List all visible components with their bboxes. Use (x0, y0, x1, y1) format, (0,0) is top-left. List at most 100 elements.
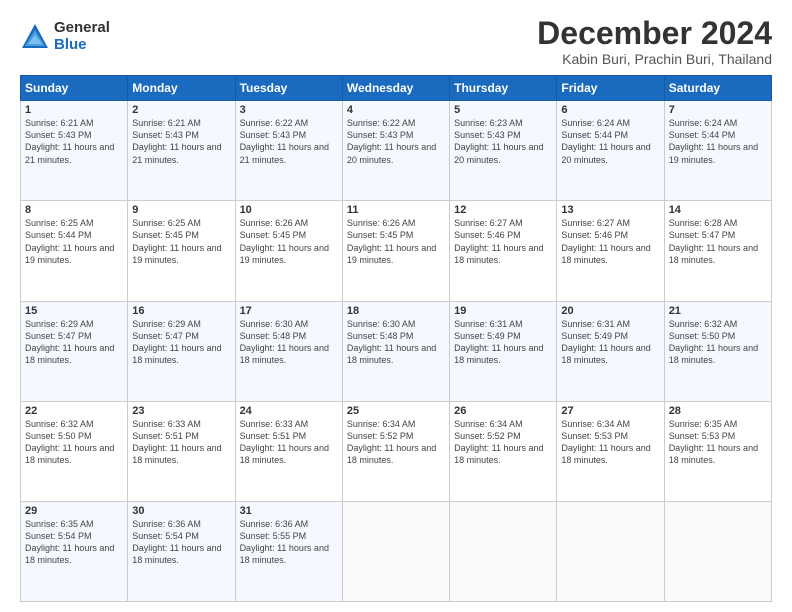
table-row: 8Sunrise: 6:25 AMSunset: 5:44 PMDaylight… (21, 201, 128, 301)
calendar-week-row: 1Sunrise: 6:21 AMSunset: 5:43 PMDaylight… (21, 101, 772, 201)
table-row: 16Sunrise: 6:29 AMSunset: 5:47 PMDayligh… (128, 301, 235, 401)
table-row: 21Sunrise: 6:32 AMSunset: 5:50 PMDayligh… (664, 301, 771, 401)
day-number: 8 (25, 204, 123, 216)
day-number: 22 (25, 405, 123, 417)
day-info: Sunrise: 6:25 AMSunset: 5:45 PMDaylight:… (132, 217, 230, 266)
day-info: Sunrise: 6:28 AMSunset: 5:47 PMDaylight:… (669, 217, 767, 266)
day-info: Sunrise: 6:33 AMSunset: 5:51 PMDaylight:… (132, 418, 230, 467)
day-info: Sunrise: 6:34 AMSunset: 5:53 PMDaylight:… (561, 418, 659, 467)
day-number: 23 (132, 405, 230, 417)
logo-icon (20, 22, 50, 52)
day-number: 28 (669, 405, 767, 417)
day-number: 17 (240, 305, 338, 317)
table-row: 26Sunrise: 6:34 AMSunset: 5:52 PMDayligh… (450, 401, 557, 501)
table-row: 31Sunrise: 6:36 AMSunset: 5:55 PMDayligh… (235, 501, 342, 601)
table-row: 24Sunrise: 6:33 AMSunset: 5:51 PMDayligh… (235, 401, 342, 501)
table-row: 1Sunrise: 6:21 AMSunset: 5:43 PMDaylight… (21, 101, 128, 201)
calendar-week-row: 15 Sunrise: 6:29 AMSunset: 5:47 PMDayligh… (21, 301, 772, 401)
day-number: 18 (347, 305, 445, 317)
day-info: Sunrise: 6:31 AMSunset: 5:49 PMDaylight:… (454, 318, 552, 367)
day-info: Sunrise: 6:21 AMSunset: 5:43 PMDaylight:… (132, 117, 230, 166)
day-number: 1 (25, 104, 123, 116)
table-row: 30Sunrise: 6:36 AMSunset: 5:54 PMDayligh… (128, 501, 235, 601)
day-info: Sunrise: 6:21 AMSunset: 5:43 PMDaylight:… (25, 117, 123, 166)
day-info: Sunrise: 6:32 AMSunset: 5:50 PMDaylight:… (669, 318, 767, 367)
calendar-week-row: 8Sunrise: 6:25 AMSunset: 5:44 PMDaylight… (21, 201, 772, 301)
table-row: 6Sunrise: 6:24 AMSunset: 5:44 PMDaylight… (557, 101, 664, 201)
day-number: 3 (240, 104, 338, 116)
table-row: 7Sunrise: 6:24 AMSunset: 5:44 PMDaylight… (664, 101, 771, 201)
table-row: 18Sunrise: 6:30 AMSunset: 5:48 PMDayligh… (342, 301, 449, 401)
day-number: 15 (25, 305, 123, 317)
day-info: Sunrise: 6:22 AMSunset: 5:43 PMDaylight:… (240, 117, 338, 166)
day-number: 29 (25, 505, 123, 517)
day-info: Sunrise: 6:29 AMSunset: 5:47 PMDaylight:… (132, 318, 230, 367)
day-number: 7 (669, 104, 767, 116)
logo-general-text: General (54, 20, 110, 37)
calendar-col-header: Monday (128, 76, 235, 101)
day-info: Sunrise: 6:33 AMSunset: 5:51 PMDaylight:… (240, 418, 338, 467)
day-info: Sunrise: 6:36 AMSunset: 5:55 PMDaylight:… (240, 518, 338, 567)
table-row: 12Sunrise: 6:27 AMSunset: 5:46 PMDayligh… (450, 201, 557, 301)
day-info: Sunrise: 6:35 AMSunset: 5:54 PMDaylight:… (25, 518, 123, 567)
day-number: 21 (669, 305, 767, 317)
day-number: 20 (561, 305, 659, 317)
day-info: Sunrise: 6:24 AMSunset: 5:44 PMDaylight:… (669, 117, 767, 166)
day-number: 30 (132, 505, 230, 517)
page: General Blue December 2024 Kabin Buri, P… (0, 0, 792, 612)
location: Kabin Buri, Prachin Buri, Thailand (537, 51, 772, 67)
calendar-col-header: Sunday (21, 76, 128, 101)
day-number: 4 (347, 104, 445, 116)
title-block: December 2024 Kabin Buri, Prachin Buri, … (537, 16, 772, 67)
table-row: 17Sunrise: 6:30 AMSunset: 5:48 PMDayligh… (235, 301, 342, 401)
table-row: 23Sunrise: 6:33 AMSunset: 5:51 PMDayligh… (128, 401, 235, 501)
day-number: 11 (347, 204, 445, 216)
day-number: 19 (454, 305, 552, 317)
day-info: Sunrise: 6:27 AMSunset: 5:46 PMDaylight:… (454, 217, 552, 266)
calendar-col-header: Thursday (450, 76, 557, 101)
calendar-table: SundayMondayTuesdayWednesdayThursdayFrid… (20, 75, 772, 602)
day-number: 2 (132, 104, 230, 116)
day-number: 9 (132, 204, 230, 216)
table-row (664, 501, 771, 601)
logo-blue-text: Blue (54, 37, 110, 54)
table-row: 9Sunrise: 6:25 AMSunset: 5:45 PMDaylight… (128, 201, 235, 301)
table-row (557, 501, 664, 601)
table-row (450, 501, 557, 601)
day-info: Sunrise: 6:35 AMSunset: 5:53 PMDaylight:… (669, 418, 767, 467)
day-number: 25 (347, 405, 445, 417)
table-row: 19Sunrise: 6:31 AMSunset: 5:49 PMDayligh… (450, 301, 557, 401)
day-number: 14 (669, 204, 767, 216)
day-info: Sunrise: 6:26 AMSunset: 5:45 PMDaylight:… (347, 217, 445, 266)
day-number: 16 (132, 305, 230, 317)
calendar-col-header: Saturday (664, 76, 771, 101)
table-row: 2Sunrise: 6:21 AMSunset: 5:43 PMDaylight… (128, 101, 235, 201)
day-info: Sunrise: 6:34 AMSunset: 5:52 PMDaylight:… (347, 418, 445, 467)
day-info: Sunrise: 6:32 AMSunset: 5:50 PMDaylight:… (25, 418, 123, 467)
table-row: 20Sunrise: 6:31 AMSunset: 5:49 PMDayligh… (557, 301, 664, 401)
calendar-header-row: SundayMondayTuesdayWednesdayThursdayFrid… (21, 76, 772, 101)
table-row: 28Sunrise: 6:35 AMSunset: 5:53 PMDayligh… (664, 401, 771, 501)
calendar-col-header: Tuesday (235, 76, 342, 101)
day-number: 27 (561, 405, 659, 417)
logo-text: General Blue (54, 20, 110, 53)
calendar-col-header: Wednesday (342, 76, 449, 101)
day-info: Sunrise: 6:34 AMSunset: 5:52 PMDaylight:… (454, 418, 552, 467)
day-info: Sunrise: 6:23 AMSunset: 5:43 PMDaylight:… (454, 117, 552, 166)
calendar-col-header: Friday (557, 76, 664, 101)
day-number: 6 (561, 104, 659, 116)
day-info: Sunrise: 6:30 AMSunset: 5:48 PMDaylight:… (240, 318, 338, 367)
month-title: December 2024 (537, 16, 772, 51)
day-number: 31 (240, 505, 338, 517)
calendar-week-row: 22Sunrise: 6:32 AMSunset: 5:50 PMDayligh… (21, 401, 772, 501)
day-info: Sunrise: 6:30 AMSunset: 5:48 PMDaylight:… (347, 318, 445, 367)
header: General Blue December 2024 Kabin Buri, P… (20, 16, 772, 67)
table-row: 15Sunrise: 6:29 AMSunset: 5:47 PMDayligh… (21, 301, 128, 401)
table-row: 27Sunrise: 6:34 AMSunset: 5:53 PMDayligh… (557, 401, 664, 501)
day-info: Sunrise: 6:24 AMSunset: 5:44 PMDaylight:… (561, 117, 659, 166)
table-row: 13Sunrise: 6:27 AMSunset: 5:46 PMDayligh… (557, 201, 664, 301)
day-info: Sunrise: 6:25 AMSunset: 5:44 PMDaylight:… (25, 217, 123, 266)
calendar-week-row: 29Sunrise: 6:35 AMSunset: 5:54 PMDayligh… (21, 501, 772, 601)
day-number: 26 (454, 405, 552, 417)
day-info: Sunrise: 6:36 AMSunset: 5:54 PMDaylight:… (132, 518, 230, 567)
